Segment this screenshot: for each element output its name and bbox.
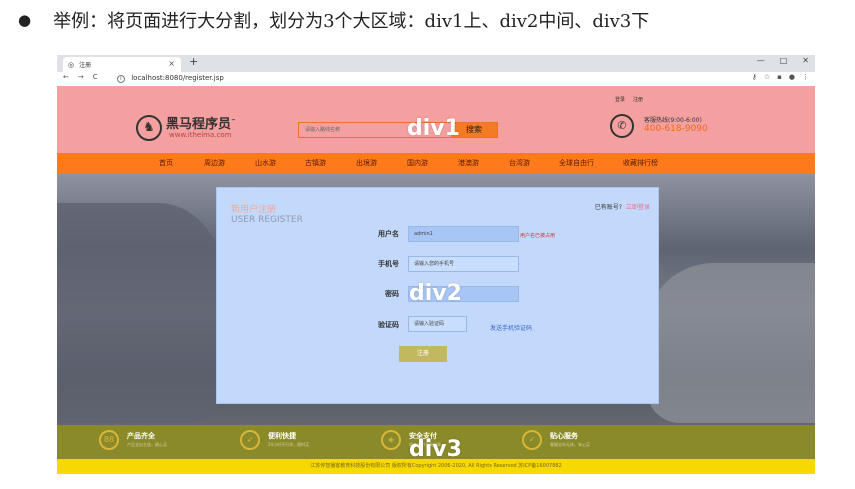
search-box: 请输入路线名称 搜索 (298, 122, 498, 138)
star-icon[interactable]: ☆ (764, 73, 770, 81)
logo[interactable]: ♞ 黑马程序员™ www.itheima.com (136, 113, 246, 143)
feature-title: 便利快捷 (268, 432, 296, 440)
profile-icon[interactable]: ● (789, 73, 795, 81)
code-input[interactable]: 请输入验证码 (408, 316, 467, 332)
url-field[interactable]: i localhost:8080/register.jsp (117, 74, 224, 83)
nav-item-global[interactable]: 全球自由行 (559, 158, 594, 168)
address-bar: ← → C i localhost:8080/register.jsp ⚷ ☆ … (57, 72, 815, 87)
nav-item-oldtown[interactable]: 古镇游 (305, 158, 326, 168)
minimize-button[interactable]: — (757, 56, 765, 65)
toolbar-icons: ⚷ ☆ ▪ ● ⋮ (752, 73, 809, 81)
main-region: 新用户注册 USER REGISTER 已有账号? 立即登录 用户名 admin1… (57, 173, 815, 425)
login-link[interactable]: 登录 (615, 96, 625, 103)
nav-item-outbound[interactable]: 出境游 (356, 158, 377, 168)
password-label: 密码 (385, 290, 399, 298)
key-icon[interactable]: ⚷ (752, 73, 757, 81)
products-icon: 88 (99, 430, 119, 450)
div2-label: div2 (409, 281, 462, 306)
nav-item-hkmacau[interactable]: 港澳游 (458, 158, 479, 168)
new-tab-button[interactable]: + (189, 55, 198, 68)
browser-tab[interactable]: ◎ 注册 × (63, 57, 181, 72)
username-input[interactable]: admin1 (408, 226, 519, 242)
close-button[interactable]: ✕ (802, 56, 809, 65)
username-error: 用户名已被占用 (520, 233, 556, 239)
nav-item-domestic[interactable]: 国内游 (407, 158, 428, 168)
phone-input[interactable]: 请输入您的手机号 (408, 256, 519, 272)
send-code-link[interactable]: 发送手机验证码 (490, 323, 532, 332)
hotline-label: 客服热线(9:00-6:00) (644, 117, 702, 124)
feature-title: 产品齐全 (127, 432, 155, 440)
bullet-icon: ● (18, 11, 32, 29)
extension-icon[interactable]: ▪ (777, 73, 782, 81)
forward-button[interactable]: → (78, 73, 84, 81)
username-label: 用户名 (378, 230, 399, 238)
tab-bar: ◎ 注册 × + — □ ✕ (57, 55, 815, 72)
feature-title: 贴心服务 (550, 432, 578, 440)
rocket-icon: ➶ (240, 430, 260, 450)
nav-buttons: ← → C (63, 73, 98, 81)
feature-desc: 产品全自主选，随心买 (127, 442, 167, 447)
url-text: localhost:8080/register.jsp (131, 74, 224, 82)
login-now-link[interactable]: 立即登录 (626, 204, 650, 211)
caption-text: 举例：将页面进行大分割，划分为3个大区域：div1上、div2中间、div3下 (53, 11, 650, 32)
footer-region: 88 产品齐全 产品全自主选，随心买 ➶ 便利快捷 24小时不打烊，随时买 ◈ … (57, 425, 815, 462)
top-links: 登录 注册 (615, 96, 643, 103)
phone-label: 手机号 (378, 260, 399, 268)
form-title: 新用户注册 (231, 205, 277, 215)
shield-icon: ◈ (381, 430, 401, 450)
form-subtitle: USER REGISTER (231, 215, 303, 225)
copyright-bar: 江苏传智播客教育科技股份有限公司 版权所有Copyright 2006-2020… (57, 459, 815, 474)
tab-title: 注册 (79, 62, 92, 69)
globe-icon: ◎ (68, 60, 75, 69)
caption-line: ● 举例：将页面进行大分割，划分为3个大区域：div1上、div2中间、div3… (18, 2, 649, 38)
background-rock-left (57, 203, 227, 423)
tab-close-icon[interactable]: × (168, 59, 175, 68)
header-region: 登录 注册 ♞ 黑马程序员™ www.itheima.com 请输入路线名称 搜… (57, 86, 815, 153)
code-label: 验证码 (378, 321, 399, 329)
register-button[interactable]: 注册 (399, 346, 447, 362)
background-rock-right (647, 263, 815, 423)
nav-item-nearby[interactable]: 周边游 (204, 158, 225, 168)
have-account: 已有账号? 立即登录 (594, 204, 650, 211)
nav-item-taiwan[interactable]: 台湾游 (509, 158, 530, 168)
div1-label: div1 (407, 116, 460, 141)
nav-item-ranking[interactable]: 收藏排行榜 (623, 158, 658, 168)
window-controls: — □ ✕ (757, 56, 809, 65)
reload-button[interactable]: C (93, 73, 98, 81)
back-button[interactable]: ← (63, 73, 69, 81)
logo-url: www.itheima.com (169, 131, 232, 139)
logo-name: 黑马程序员™ (166, 117, 237, 132)
horse-icon: ♞ (136, 115, 162, 141)
hotline-number: 400-618-9090 (644, 124, 708, 134)
phone-icon: ✆ (610, 114, 634, 138)
menu-icon[interactable]: ⋮ (802, 73, 809, 81)
nav-menu: 首页 周边游 山水游 古镇游 出境游 国内游 港澳游 台湾游 全球自由行 收藏排… (57, 153, 815, 173)
feature-desc: 客服全年无休，安心买 (550, 442, 590, 447)
register-link[interactable]: 注册 (633, 96, 643, 103)
info-icon[interactable]: i (117, 75, 125, 83)
nav-item-home[interactable]: 首页 (159, 158, 173, 168)
browser-screenshot: ◎ 注册 × + — □ ✕ ← → C i localhost:8080/re… (57, 55, 815, 474)
feature-desc: 24小时不打烊，随时买 (268, 442, 310, 447)
nav-item-landscape[interactable]: 山水游 (255, 158, 276, 168)
maximize-button[interactable]: □ (780, 56, 788, 65)
thumbs-up-icon: ✓ (522, 430, 542, 450)
